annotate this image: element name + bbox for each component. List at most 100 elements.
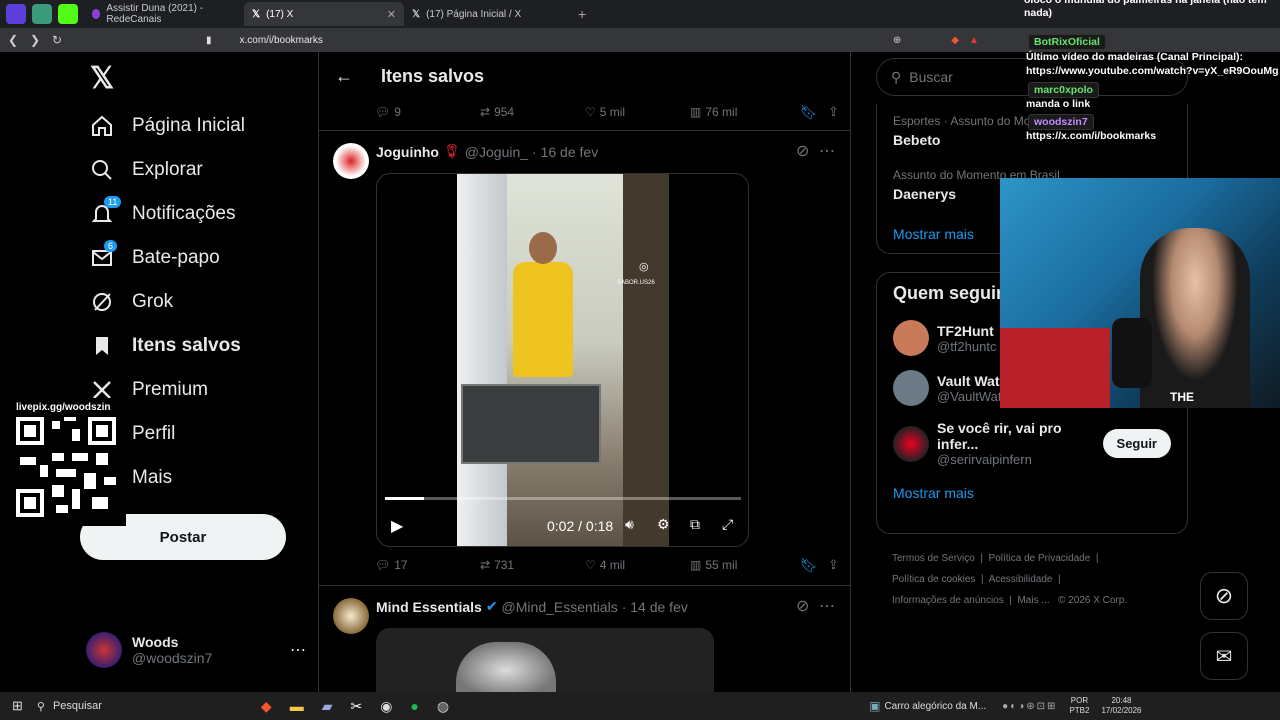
play-icon[interactable]: ▶ <box>391 516 403 536</box>
news-widget-icon[interactable]: ▣ <box>869 699 880 713</box>
footer-link[interactable]: Política de Privacidade <box>989 553 1091 564</box>
grok-fab[interactable]: ⊘ <box>1200 572 1248 620</box>
reload-icon[interactable]: ↻ <box>48 33 66 47</box>
share-icon[interactable]: ⇪ <box>828 104 839 120</box>
like-button[interactable]: ♡ 5 mil <box>585 105 690 119</box>
picture-in-picture-icon[interactable]: ⧉ <box>690 516 700 533</box>
bookmark-active-icon[interactable]: 🔖︎ <box>800 557 828 574</box>
messages-fab[interactable]: ✉ <box>1200 632 1248 680</box>
url-field[interactable]: x.com/i/bookmarks <box>240 35 323 46</box>
views-button[interactable]: ▥ 55 mil <box>690 558 800 572</box>
share-icon[interactable]: ⇪ <box>828 557 839 573</box>
sidebar-toggle-icon[interactable] <box>6 4 26 24</box>
tab-x-home[interactable]: 𝕏 (17) Página Inicial / X <box>404 2 574 26</box>
follow-suggestion[interactable]: Se você rir, vai pro infer... @serirvaip… <box>893 420 1171 467</box>
reply-button[interactable]: 💬︎ 17 <box>375 558 480 572</box>
explorer-app-icon[interactable]: ▬ <box>290 698 304 714</box>
kick-icon[interactable] <box>58 4 78 24</box>
footer-link[interactable]: Termos de Serviço <box>892 553 975 564</box>
reply-icon: 💬︎ <box>375 558 391 572</box>
clock-time[interactable]: 20:48 <box>1101 696 1141 706</box>
sidebar-item-grok[interactable]: Grok <box>90 280 320 324</box>
sidebar-item-itens-salvos[interactable]: Itens salvos <box>90 324 320 368</box>
close-tab-icon[interactable]: ✕ <box>387 8 396 21</box>
forward-icon[interactable]: ❯ <box>26 33 44 47</box>
show-more-link[interactable]: Mostrar mais <box>893 485 1171 501</box>
fullscreen-icon[interactable]: ⤢ <box>722 516 733 533</box>
post-author[interactable]: Joguinho <box>376 144 439 160</box>
post[interactable]: Mind Essentials ✔ @Mind_Essentials · 14 … <box>319 586 850 694</box>
footer-link[interactable]: Informações de anúncios <box>892 595 1004 606</box>
post-handle[interactable]: @Mind_Essentials <box>502 599 618 615</box>
obs-app-icon[interactable]: ◉ <box>380 698 392 715</box>
reply-button[interactable]: 💬︎ 9 <box>375 105 480 119</box>
back-icon[interactable]: ❮ <box>4 33 22 47</box>
brave-app-icon[interactable]: ◆ <box>261 698 272 715</box>
more-dots-icon[interactable]: ⋯ <box>819 141 835 161</box>
app-icon[interactable]: ◍ <box>437 698 449 715</box>
video-player[interactable]: ◎ SABOR.US26 ▶ 0:02 / 0:18 🔊︎ ⚙ ⧉ ⤢ <box>376 173 749 547</box>
sidebar-item-label: Perfil <box>132 423 176 444</box>
post-author[interactable]: Mind Essentials <box>376 599 482 615</box>
footer-link[interactable]: Mais ... <box>1017 595 1049 606</box>
sidebar-item-explorar[interactable]: Explorar <box>90 148 320 192</box>
views-icon: ▥ <box>690 558 702 572</box>
account-handle: @woodszin7 <box>132 650 213 666</box>
x-logo-icon[interactable]: 𝕏 <box>80 52 320 104</box>
grok-icon[interactable]: ⊘ <box>796 141 809 161</box>
post-image[interactable] <box>376 628 714 694</box>
chat-username: woodszin7 <box>1028 114 1094 130</box>
video-progress-track[interactable] <box>385 497 741 500</box>
bookmark-active-icon[interactable]: 🔖︎ <box>800 104 828 121</box>
post[interactable]: Joguinho 🌹︎ @Joguin_ · 16 de fev ⊘ ⋯ ◎ S… <box>319 131 850 585</box>
rewards-icon[interactable]: ▲ <box>969 35 979 46</box>
post-actions: 💬︎ 17 ⇄ 731 ♡ 4 mil ▥ 55 mil 🔖︎ ⇪ <box>375 555 839 575</box>
more-dots-icon[interactable]: ⋯ <box>290 640 306 660</box>
capcut-app-icon[interactable]: ✂ <box>350 698 362 715</box>
stream-chat-overlay: olocó o mundial do palmeiras na janela (… <box>1018 0 1280 176</box>
more-dots-icon[interactable]: ⋯ <box>819 596 835 616</box>
bookmark-icon <box>90 334 114 358</box>
repost-button[interactable]: ⇄ 954 <box>480 105 585 119</box>
post-handle[interactable]: @Joguin_ <box>465 144 528 160</box>
back-arrow-icon[interactable]: ← <box>335 66 353 87</box>
like-button[interactable]: ♡ 4 mil <box>585 558 690 572</box>
notification-badge: 11 <box>104 196 122 208</box>
windows-start-icon[interactable]: ⊞ <box>12 698 23 714</box>
repost-button[interactable]: ⇄ 731 <box>480 558 585 572</box>
post-date[interactable]: · 16 de fev <box>532 144 598 160</box>
post-date[interactable]: · 14 de fev <box>622 599 688 615</box>
sidebar-item-pagina-inicial[interactable]: Página Inicial <box>90 104 320 148</box>
x-favicon-icon: 𝕏 <box>412 8 421 20</box>
sidebar-item-bate-papo[interactable]: 6 Bate-papo <box>90 236 320 280</box>
system-tray[interactable]: ●◐◑⊛⊡⊞ <box>1002 701 1057 712</box>
app-icon[interactable] <box>32 4 52 24</box>
views-button[interactable]: ▥ 76 mil <box>690 105 800 119</box>
news-widget-text[interactable]: Carro alegórico da M... <box>884 701 986 712</box>
wall-panel <box>623 174 669 546</box>
follow-button[interactable]: Seguir <box>1102 429 1171 458</box>
tab-redecanais[interactable]: Assistir Duna (2021) - RedeCanais <box>84 2 244 26</box>
spotify-app-icon[interactable]: ● <box>410 698 418 714</box>
volume-icon[interactable]: 🔊︎ <box>625 516 634 533</box>
bookmark-page-icon[interactable]: ▮ <box>206 35 212 46</box>
grok-icon[interactable]: ⊘ <box>796 596 809 616</box>
slippers-figure <box>456 642 556 694</box>
account-name: Woods <box>132 634 179 650</box>
account-switcher[interactable]: Woods @woodszin7 ⋯ <box>86 628 306 672</box>
footer-link[interactable]: Política de cookies <box>892 574 975 585</box>
person-head <box>529 232 557 264</box>
app-icon[interactable]: ▰ <box>322 698 333 715</box>
tab-x-bookmarks[interactable]: 𝕏 (17) X ✕ <box>244 2 404 26</box>
language-indicator[interactable]: POR <box>1069 696 1089 706</box>
brave-shield-icon[interactable]: ◆ <box>951 35 959 46</box>
new-tab-icon[interactable]: + <box>578 6 586 22</box>
zoom-icon[interactable]: ⊕ <box>893 35 901 46</box>
taskbar-search[interactable]: ⚲ Pesquisar <box>37 700 217 713</box>
qr-code-icon <box>16 417 116 517</box>
sidebar-item-notificacoes[interactable]: 11 Notificações <box>90 192 320 236</box>
footer-link[interactable]: Acessibilidade <box>989 574 1053 585</box>
settings-icon[interactable]: ⚙ <box>657 516 670 533</box>
instagram-icon: ◎ <box>639 261 649 273</box>
chat-message: manda o link <box>1026 98 1091 110</box>
